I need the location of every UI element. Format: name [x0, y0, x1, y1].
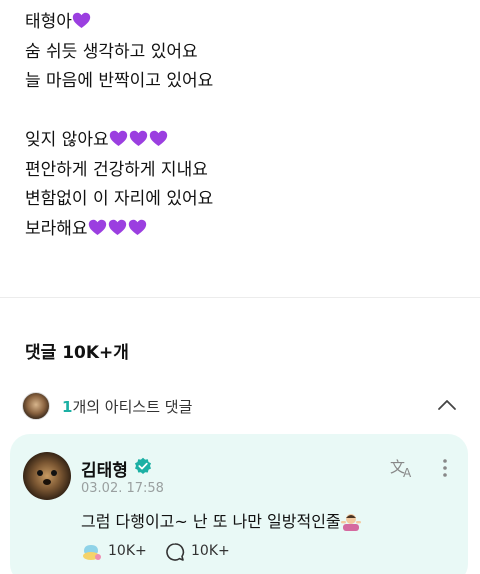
post-line: 잊지 않아요 [25, 126, 465, 156]
post-line-text: 태형아 [25, 12, 72, 32]
comment-timestamp: 03.02. 17:58 [81, 481, 164, 496]
artist-comment-card: 김태형 03.02. 17:58 文 A 그럼 다행이고~ 난 또 나만 일방적… [10, 434, 468, 574]
verified-badge-icon [135, 457, 151, 474]
comment-text-body: 그럼 다행이고~ 난 또 나만 일방적인줄 [81, 512, 341, 531]
post-line-text: 변함없이 이 자리에 있어요 [25, 189, 214, 209]
like-count: 10K+ [108, 543, 147, 559]
purple-heart-icon [88, 219, 106, 235]
post-line: 편안하게 건강하게 지내요 [25, 156, 465, 186]
comment-text: 그럼 다행이고~ 난 또 나만 일방적인줄 [81, 508, 361, 532]
like-reaction-icon [83, 545, 101, 560]
artist-avatar [22, 392, 50, 420]
post-line [25, 97, 465, 127]
more-options-icon[interactable] [438, 456, 452, 480]
post-line: 변함없이 이 자리에 있어요 [25, 185, 465, 215]
reply-button[interactable]: 10K+ [164, 540, 244, 564]
purple-heart-icon [108, 219, 126, 235]
reply-count: 10K+ [191, 543, 230, 559]
commenter-name[interactable]: 김태형 [81, 456, 128, 481]
divider [0, 297, 480, 298]
purple-heart-icon [109, 130, 127, 147]
post-line-text: 편안하게 건강하게 지내요 [25, 159, 208, 180]
post-line: 늘 마음에 반짝이고 있어요 [25, 67, 465, 97]
post-line-text: 잊지 않아요 [25, 130, 109, 150]
commenter-avatar[interactable] [23, 452, 71, 500]
artist-comments-label: 1개의 아티스트 댓글 [62, 396, 192, 417]
post-line: 태형아 [25, 8, 465, 38]
purple-heart-icon [128, 219, 146, 235]
post-line-text: 늘 마음에 반짝이고 있어요 [25, 71, 214, 91]
person-shrugging-emoji-icon [340, 514, 361, 531]
svg-text:A: A [403, 466, 412, 480]
comments-count-title: 댓글 10K+개 [25, 343, 129, 363]
post-line: 숨 쉬듯 생각하고 있어요 [25, 38, 465, 68]
purple-heart-icon [129, 130, 147, 147]
artist-comment-label-text: 개의 아티스트 댓글 [72, 398, 193, 416]
post-line-text: 보라해요 [25, 218, 88, 239]
post-line-text: 숨 쉬듯 생각하고 있어요 [25, 41, 198, 62]
purple-heart-icon [149, 130, 167, 147]
translate-icon[interactable]: 文 A [389, 456, 415, 480]
post-body: 태형아숨 쉬듯 생각하고 있어요늘 마음에 반짝이고 있어요잊지 않아요편안하게… [25, 8, 465, 244]
like-button[interactable]: 10K+ [81, 540, 161, 564]
artist-comments-toggle[interactable]: 1개의 아티스트 댓글 [22, 388, 462, 424]
purple-heart-icon [72, 12, 91, 29]
chevron-up-icon[interactable] [436, 394, 458, 416]
artist-comment-count: 1 [62, 398, 73, 416]
reply-bubble-icon [166, 543, 185, 561]
post-line: 보라해요 [25, 215, 465, 245]
